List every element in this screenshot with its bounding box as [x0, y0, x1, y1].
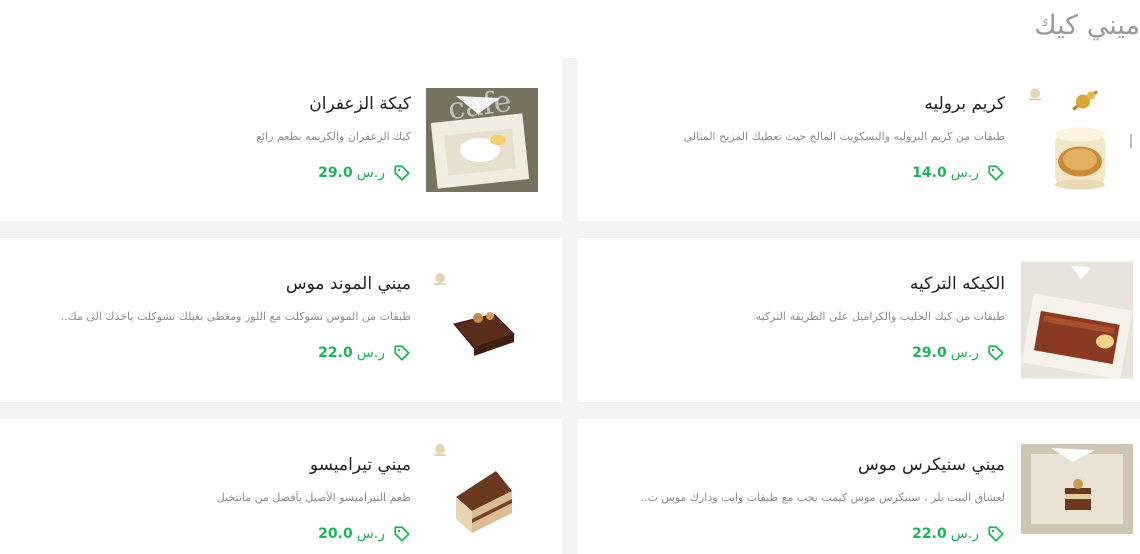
price-row: 22.0 ر.س	[912, 525, 1005, 543]
price-tag-icon	[394, 526, 410, 542]
creme-brulee-jar-image	[1029, 88, 1105, 189]
item-description: طعم التيراميسو الأصيل بأفضل من ماتتخيل	[216, 491, 411, 504]
item-price: 14.0 ر.س	[912, 165, 979, 181]
item-name[interactable]: ميني سنيكرس موس	[858, 455, 1005, 475]
price-tag-icon	[988, 165, 1004, 181]
price-row: 29.0 ر.س	[318, 164, 411, 182]
section-title: ميني كيك	[1034, 10, 1140, 41]
item-name[interactable]: كريم بروليه	[924, 94, 1005, 114]
item-description: طبقات من الموس تشوكلت مع اللوز ومغطى بغي…	[60, 310, 411, 323]
price-tag-icon	[988, 345, 1004, 361]
price-row: 22.0 ر.س	[318, 344, 411, 362]
item-name[interactable]: الكيكه التركيه	[910, 274, 1005, 294]
item-description: كيك الزعفران والكريمه بطعم رائع	[256, 130, 411, 143]
item-description: طبقات من كريم البروليه والبسكويت المالح …	[683, 130, 1005, 143]
item-info: الكيكه التركيه طبقات من كيك الحليب والكر…	[585, 238, 1005, 402]
menu-item-card[interactable]: ميني الموند موس طبقات من الموس تشوكلت مع…	[0, 238, 562, 402]
menu-item-card[interactable]: كيكة الزعفران كيك الزعفران والكريمه بطعم…	[0, 58, 562, 221]
scroll-indicator[interactable]	[1130, 134, 1132, 148]
tiramisu-slice-image	[434, 444, 512, 533]
menu-item-card[interactable]: ميني تيراميسو طعم التيراميسو الأصيل بأفض…	[0, 419, 562, 554]
item-price: 29.0 ر.س	[318, 165, 385, 181]
item-name[interactable]: ميني تيراميسو	[310, 455, 411, 475]
saffron-cake-box-image	[426, 87, 538, 192]
item-info: كريم بروليه طبقات من كريم البروليه والبس…	[585, 58, 1005, 221]
item-info: ميني تيراميسو طعم التيراميسو الأصيل بأفض…	[11, 419, 411, 554]
turkish-cake-box-image	[1021, 261, 1133, 379]
item-price: 22.0 ر.س	[912, 526, 979, 542]
item-price: 22.0 ر.س	[318, 345, 385, 361]
item-name[interactable]: ميني الموند موس	[286, 274, 411, 294]
page-header: ميني كيك	[0, 0, 1140, 58]
item-info: ميني سنيكرس موس لعشاق البيت بلر ، سنيكرس…	[585, 419, 1005, 554]
item-info: ميني الموند موس طبقات من الموس تشوكلت مع…	[11, 238, 411, 402]
menu-item-card[interactable]: الكيكه التركيه طبقات من كيك الحليب والكر…	[578, 238, 1140, 402]
item-image[interactable]	[426, 439, 538, 539]
item-description: طبقات من كيك الحليب والكراميل على الطريق…	[755, 310, 1005, 323]
price-tag-icon	[988, 526, 1004, 542]
price-row: 20.0 ر.س	[318, 525, 411, 543]
menu-item-card[interactable]: كريم بروليه طبقات من كريم البروليه والبس…	[578, 58, 1140, 221]
price-row: 14.0 ر.س	[912, 164, 1005, 182]
item-image[interactable]	[1021, 261, 1133, 379]
price-tag-icon	[394, 165, 410, 181]
item-image[interactable]	[426, 87, 538, 192]
item-price: 29.0 ر.س	[912, 345, 979, 361]
item-price: 20.0 ر.س	[318, 526, 385, 542]
item-description: لعشاق البيت بلر ، سنيكرس موس كيمت يحب مع…	[640, 491, 1005, 504]
snickers-mousse-box-image	[1021, 444, 1133, 534]
price-row: 29.0 ر.س	[912, 344, 1005, 362]
item-image[interactable]	[1021, 81, 1133, 198]
item-name[interactable]: كيكة الزعفران	[309, 94, 411, 114]
almond-mousse-slice-image	[434, 273, 515, 356]
item-info: كيكة الزعفران كيك الزعفران والكريمه بطعم…	[11, 58, 411, 221]
item-image[interactable]	[426, 268, 538, 372]
price-tag-icon	[394, 345, 410, 361]
item-image[interactable]	[1021, 444, 1133, 534]
menu-item-card[interactable]: ميني سنيكرس موس لعشاق البيت بلر ، سنيكرس…	[578, 419, 1140, 554]
